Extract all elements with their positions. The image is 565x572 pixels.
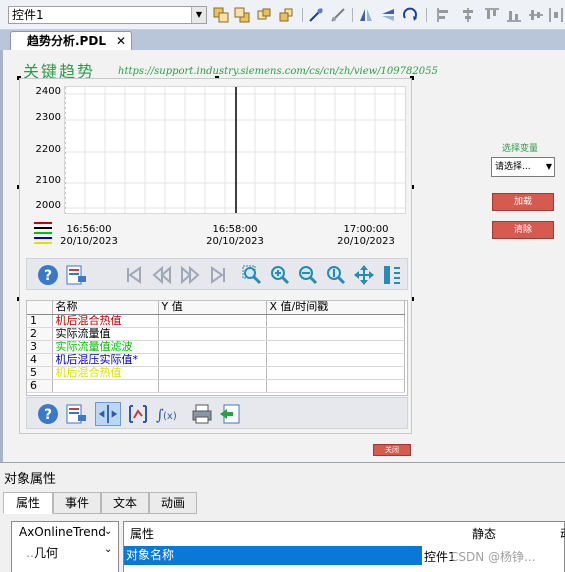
tab-events[interactable]: 事件: [53, 492, 101, 514]
column-header-attribute: 属性: [130, 527, 155, 541]
chevron-down-icon[interactable]: ▼: [191, 7, 206, 23]
property-row-object-name[interactable]: 对象名称: [124, 546, 422, 565]
backward-one-icon[interactable]: [278, 7, 294, 23]
variable-select[interactable]: 请选择... ▼: [491, 157, 555, 177]
align-center-icon[interactable]: [460, 7, 476, 23]
row-name: 实际流量值滤波: [52, 340, 159, 354]
rotate-icon[interactable]: [402, 7, 418, 23]
connector-edit-icon[interactable]: [330, 7, 346, 23]
trend-control[interactable]: 2400 2300 2200 2100 2000 16:56:00 20/10/…: [19, 78, 412, 434]
column-header-y-value[interactable]: Y 值: [158, 301, 267, 315]
ruler-icon[interactable]: [95, 402, 121, 426]
align-middle-icon[interactable]: [528, 7, 544, 23]
table-row[interactable]: 5 机后混合热值: [27, 366, 405, 380]
tab-trend-analysis[interactable]: 趋势分析.PDL ✕: [10, 31, 132, 50]
connector-icon[interactable]: [308, 7, 324, 23]
trend-plot-area[interactable]: [64, 86, 406, 214]
configure-icon[interactable]: [65, 403, 87, 425]
table-header-row: 名称 Y 值 X 值/时间戳: [27, 301, 405, 315]
bring-front-icon[interactable]: [213, 7, 229, 23]
select-range-icon[interactable]: [127, 403, 149, 425]
row-name: [52, 379, 159, 393]
value-table[interactable]: 名称 Y 值 X 值/时间戳 1 机后混合热值 2 实际流量值 3 实际流量值滤…: [26, 300, 408, 396]
print-icon[interactable]: [191, 403, 213, 425]
table-row[interactable]: 3 实际流量值滤波: [27, 340, 405, 354]
property-tree[interactable]: AxOnlineTrend ⌄ ‥几何 ⌄: [11, 521, 119, 572]
column-header-static: 静态: [472, 527, 497, 541]
add-button[interactable]: 加载: [492, 193, 554, 211]
first-record-icon[interactable]: [123, 264, 145, 286]
object-selector-combo[interactable]: 控件1 ▼: [8, 6, 207, 24]
row-name: 实际流量值: [52, 327, 159, 341]
row-name: 机后混合热值: [52, 314, 159, 328]
table-row[interactable]: 2 实际流量值: [27, 327, 405, 341]
x-tick-label: 16:58:00 20/10/2023: [206, 224, 264, 247]
column-header-name[interactable]: 名称: [52, 301, 159, 315]
variable-select-value: 请选择...: [495, 162, 531, 172]
align-bottom-icon[interactable]: [506, 7, 522, 23]
support-url-link[interactable]: https://support.industry.siemens.com/cs/…: [118, 66, 438, 77]
table-row[interactable]: 6: [27, 379, 405, 393]
trend-grid: [64, 87, 405, 213]
tab-animation[interactable]: 动画: [149, 492, 197, 514]
configure-icon[interactable]: [65, 264, 87, 286]
next-record-icon[interactable]: [179, 264, 201, 286]
tree-root[interactable]: AxOnlineTrend: [19, 525, 106, 539]
svg-text:(x): (x): [163, 411, 177, 422]
last-record-icon[interactable]: [207, 264, 229, 286]
previous-record-icon[interactable]: [151, 264, 173, 286]
statistics-icon[interactable]: ∫ (x): [155, 403, 177, 425]
object-selector-value: 控件1: [12, 8, 44, 22]
y-tick-label: 2100: [35, 175, 61, 186]
watermark-text: CSDN @杨铮...: [450, 550, 536, 564]
panel-title: 对象属性: [4, 472, 57, 487]
zoom-in-icon[interactable]: [269, 264, 291, 286]
distribute-icon[interactable]: [548, 7, 564, 23]
close-page-button[interactable]: 关闭: [373, 444, 411, 456]
row-name: 机后混合热值: [52, 366, 159, 380]
export-icon[interactable]: [219, 403, 241, 425]
close-icon[interactable]: ✕: [116, 32, 126, 50]
y-tick-label: 2200: [35, 144, 61, 155]
column-header-x-value[interactable]: X 值/时间戳: [266, 301, 405, 315]
move-icon[interactable]: [353, 264, 375, 286]
top-toolbar: 控件1 ▼: [0, 0, 565, 30]
zoom-time-axis-icon[interactable]: [297, 264, 319, 286]
tab-label: 趋势分析.PDL: [27, 34, 106, 48]
zoom-area-icon[interactable]: [241, 264, 263, 286]
x-tick-label: 17:00:00 20/10/2023: [337, 224, 395, 247]
help-icon[interactable]: ?: [37, 403, 59, 425]
align-left-icon[interactable]: [436, 7, 452, 23]
y-tick-label: 2300: [35, 112, 61, 123]
tab-texts[interactable]: 文本: [101, 492, 149, 514]
send-back-icon[interactable]: [234, 7, 250, 23]
y-tick-label: 2000: [35, 200, 61, 211]
row-name: 机后混压实际值*: [52, 353, 159, 367]
clear-button[interactable]: 清除: [492, 221, 554, 239]
forward-one-icon[interactable]: [256, 7, 272, 23]
chevron-down-icon[interactable]: ⌄: [104, 526, 112, 537]
column-header-dynamic: 动: [560, 522, 565, 546]
document-tab-strip: 趋势分析.PDL ✕: [0, 30, 565, 50]
tree-item-geometry[interactable]: ‥几何: [26, 544, 58, 561]
original-view-icon[interactable]: [381, 264, 403, 286]
trend-toolbar: ?: [26, 258, 408, 290]
flip-vertical-icon[interactable]: [380, 7, 396, 23]
svg-text:?: ?: [44, 407, 52, 423]
value-table-toolbar: ? ∫ (x): [26, 397, 408, 429]
help-icon[interactable]: ?: [37, 264, 59, 286]
tab-properties[interactable]: 属性: [3, 492, 53, 514]
zoom-value-axis-icon[interactable]: [325, 264, 347, 286]
select-variable-label: 选择变量: [502, 144, 539, 154]
chevron-down-icon[interactable]: ⌄: [104, 544, 112, 555]
svg-text:?: ?: [44, 268, 52, 284]
table-row[interactable]: 4 机后混压实际值*: [27, 353, 405, 367]
align-top-icon[interactable]: [484, 7, 500, 23]
x-tick-label: 16:56:00 20/10/2023: [60, 224, 118, 247]
y-tick-label: 2400: [35, 86, 61, 97]
table-row[interactable]: 1 机后混合热值: [27, 314, 405, 328]
chevron-down-icon[interactable]: ▼: [546, 158, 552, 176]
flip-horizontal-icon[interactable]: [358, 7, 374, 23]
